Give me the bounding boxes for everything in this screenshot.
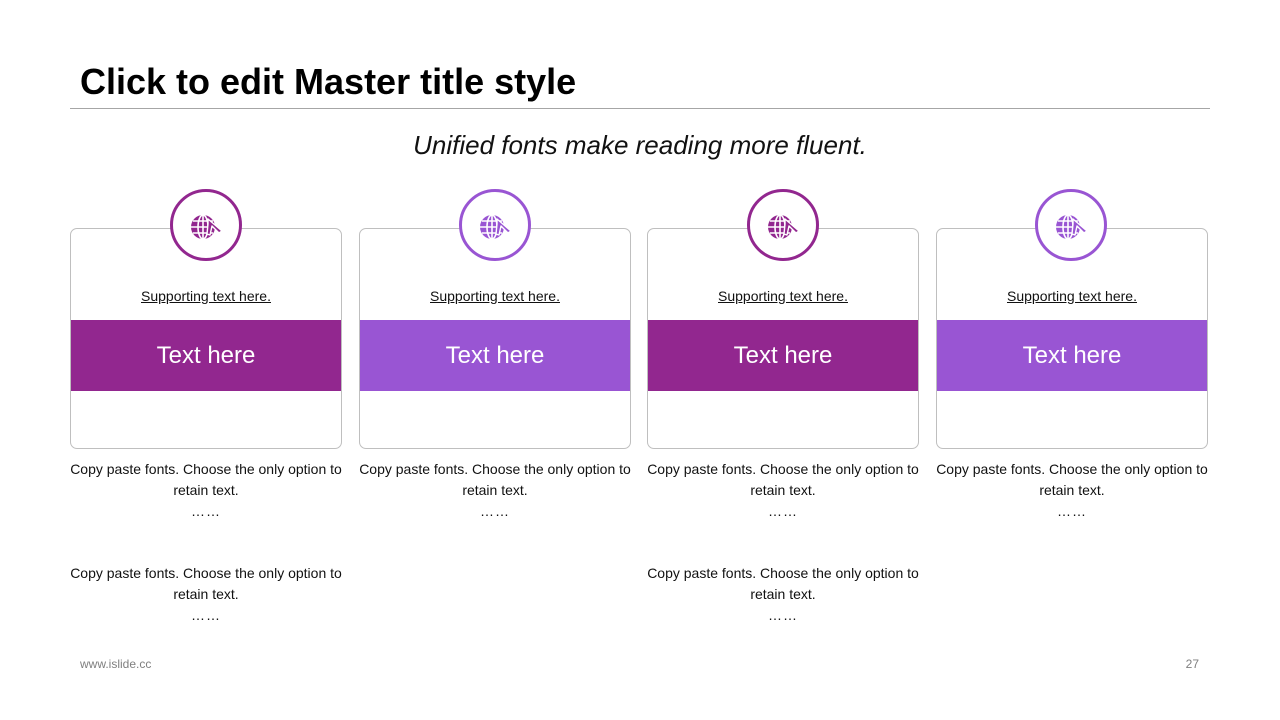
card-label-band[interactable]: Text here xyxy=(648,320,918,391)
globe-plane-icon-graphic xyxy=(768,214,800,240)
page-number: 27 xyxy=(1185,657,1199,671)
card-description[interactable]: Copy paste fonts. Choose the only option… xyxy=(936,459,1208,522)
globe-plane-icon-graphic xyxy=(480,214,512,240)
card-supporting-text[interactable]: Supporting text here. xyxy=(648,287,918,305)
globe-plane-icon-graphic xyxy=(1056,214,1088,240)
description-ellipsis: …… xyxy=(480,503,510,519)
card-label-band[interactable]: Text here xyxy=(937,320,1207,391)
card-label-band[interactable]: Text here xyxy=(71,320,341,391)
card-description[interactable]: Copy paste fonts. Choose the only option… xyxy=(70,459,342,522)
card-description[interactable]: Copy paste fonts. Choose the only option… xyxy=(647,563,919,626)
card-label: Text here xyxy=(733,341,833,369)
description-text: Copy paste fonts. Choose the only option… xyxy=(647,461,919,498)
description-text: Copy paste fonts. Choose the only option… xyxy=(70,461,342,498)
card-2[interactable]: Supporting text here. Text here xyxy=(359,228,631,449)
description-ellipsis: …… xyxy=(191,607,221,623)
card-label: Text here xyxy=(1022,341,1122,369)
card-4[interactable]: Supporting text here. Text here xyxy=(936,228,1208,449)
card-3[interactable]: Supporting text here. Text here xyxy=(647,228,919,449)
globe-plane-icon xyxy=(1035,189,1107,261)
description-text: Copy paste fonts. Choose the only option… xyxy=(359,461,631,498)
card-supporting-text[interactable]: Supporting text here. xyxy=(937,287,1207,305)
slide-title[interactable]: Click to edit Master title style xyxy=(80,60,576,104)
card-supporting-text[interactable]: Supporting text here. xyxy=(360,287,630,305)
card-label: Text here xyxy=(445,341,545,369)
description-ellipsis: …… xyxy=(1057,503,1087,519)
globe-plane-icon xyxy=(170,189,242,261)
description-ellipsis: …… xyxy=(768,607,798,623)
card-label-band[interactable]: Text here xyxy=(360,320,630,391)
card-description[interactable]: Copy paste fonts. Choose the only option… xyxy=(70,563,342,626)
globe-plane-icon xyxy=(459,189,531,261)
card-1[interactable]: Supporting text here. Text here xyxy=(70,228,342,449)
globe-plane-icon-graphic xyxy=(191,214,223,240)
card-description[interactable]: Copy paste fonts. Choose the only option… xyxy=(359,459,631,522)
card-supporting-text[interactable]: Supporting text here. xyxy=(71,287,341,305)
description-text: Copy paste fonts. Choose the only option… xyxy=(936,461,1208,498)
card-label: Text here xyxy=(156,341,256,369)
description-ellipsis: …… xyxy=(768,503,798,519)
description-ellipsis: …… xyxy=(191,503,221,519)
slide-subtitle[interactable]: Unified fonts make reading more fluent. xyxy=(0,128,1280,162)
footer-url: www.islide.cc xyxy=(80,657,152,671)
description-text: Copy paste fonts. Choose the only option… xyxy=(647,565,919,602)
description-text: Copy paste fonts. Choose the only option… xyxy=(70,565,342,602)
title-divider xyxy=(70,108,1210,109)
globe-plane-icon xyxy=(747,189,819,261)
card-description[interactable]: Copy paste fonts. Choose the only option… xyxy=(647,459,919,522)
